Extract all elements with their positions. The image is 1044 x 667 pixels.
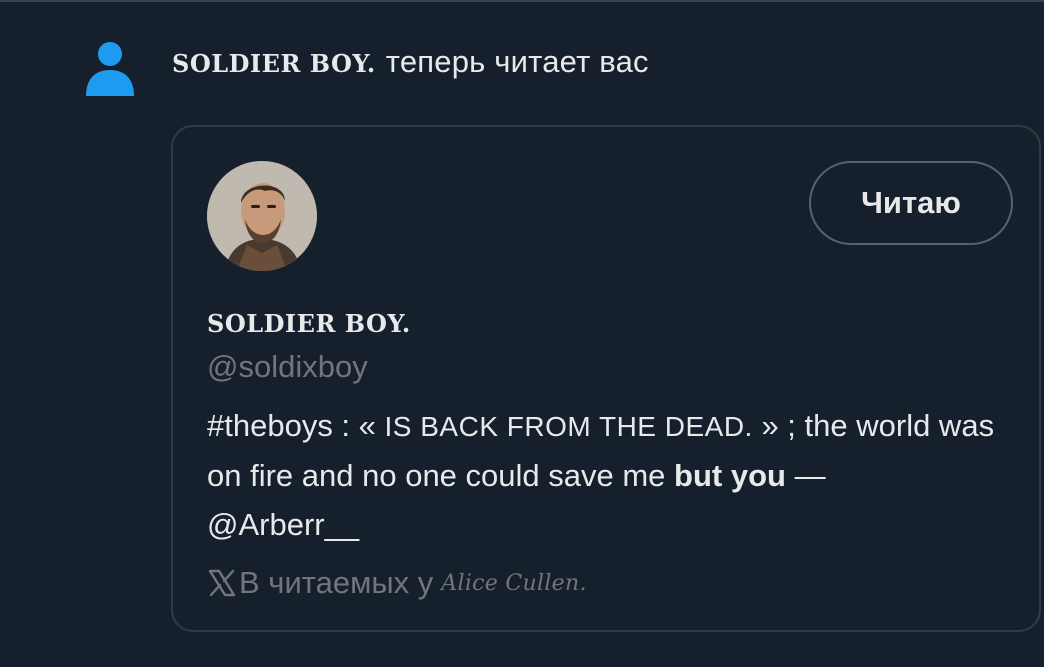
bio-caps-phrase: IS BACK FROM THE DEAD. [384, 411, 753, 442]
following-button[interactable]: Читаю [809, 161, 1013, 245]
bio-bold-phrase: but you [674, 458, 786, 493]
user-handle[interactable]: @soldixboy [207, 349, 368, 385]
profile-card[interactable]: Читаю SOLDIER BOY. @soldixboy #theboys :… [171, 125, 1041, 632]
followed-by-name: Alice Cullen. [441, 570, 587, 596]
avatar[interactable] [207, 161, 317, 271]
bio-mention[interactable]: @Arberr__ [207, 507, 359, 542]
followed-by[interactable]: В читаемых у Alice Cullen. [207, 565, 587, 601]
notification-user-name[interactable]: SOLDIER BOY. [172, 49, 376, 78]
notification-text: SOLDIER BOY. теперь читает вас [172, 44, 649, 80]
profile-bio: #theboys : « IS BACK FROM THE DEAD. » ; … [207, 401, 1007, 549]
display-name[interactable]: SOLDIER BOY. [207, 309, 411, 338]
bio-dash: — [785, 458, 826, 493]
notification-screen: SOLDIER BOY. теперь читает вас Читаю SOLD… [0, 0, 1044, 667]
x-logo-icon [208, 569, 236, 597]
bio-hashtag[interactable]: #theboys : « [207, 408, 385, 443]
divider [0, 0, 1044, 2]
notification-action: теперь читает вас [385, 44, 649, 79]
person-icon [86, 42, 134, 96]
followed-by-prefix: В читаемых у [239, 565, 434, 600]
